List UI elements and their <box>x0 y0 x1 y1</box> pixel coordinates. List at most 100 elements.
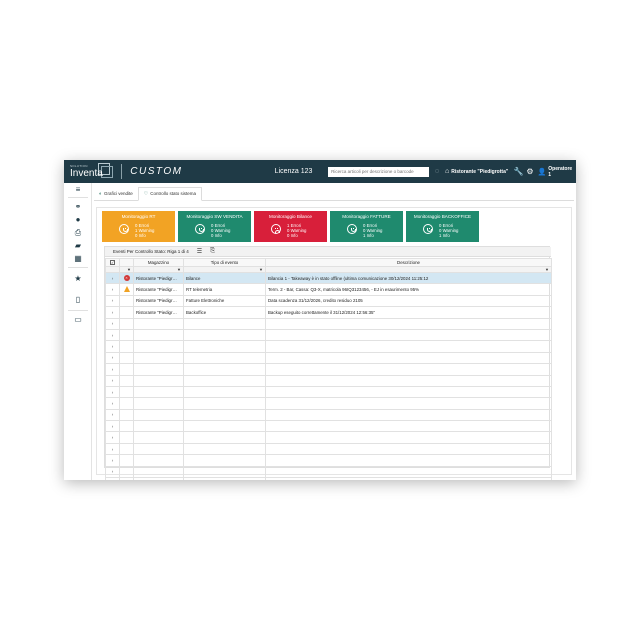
expand-chevron-icon[interactable]: › <box>105 363 120 376</box>
tab-grafici-vendite[interactable]: ◐ Grafici vendite <box>94 187 138 201</box>
store-selector[interactable]: Ristorante "Piedigrotta" <box>451 169 510 175</box>
sad-face-icon <box>271 224 281 234</box>
main-content: ◐ Grafici vendite ♡ Controllo stato sist… <box>92 183 576 480</box>
cell-tipo-evento: Backoffice <box>183 306 266 319</box>
expand-chevron-icon[interactable]: › <box>105 408 120 422</box>
filter-icon[interactable]: ▼ <box>177 268 181 272</box>
filter-icon[interactable]: ▼ <box>127 268 131 272</box>
expand-chevron-icon[interactable]: › <box>105 271 120 285</box>
cell-magazzino: Ristorante "Piedigr… <box>133 271 184 285</box>
status-cell: × <box>119 271 134 285</box>
tab-label: Grafici vendite <box>104 191 133 196</box>
tile-title: Monitoraggio FATTURE <box>342 214 391 219</box>
tab-bar: ◐ Grafici vendite ♡ Controllo stato sist… <box>94 187 574 201</box>
sidebar-divider <box>68 197 88 198</box>
info-count: 0 Info <box>287 233 298 238</box>
filter-icon[interactable]: ▼ <box>259 268 263 272</box>
expand-chevron-icon[interactable]: › <box>105 454 120 467</box>
expand-chevron-icon[interactable]: › <box>105 374 120 387</box>
tile-counts: 0 Errori 0 Warning 1 Info <box>363 223 382 238</box>
table-row[interactable]: › × Ristorante "Piedigr… Bilance Bilancia 1 … <box>105 271 552 285</box>
empty-row: › <box>105 363 552 376</box>
monitor-tile[interactable]: Monitoraggio BACKOFFICE 0 Errori 0 Warning… <box>406 211 479 242</box>
status-col-header <box>119 258 134 267</box>
expand-chevron-icon[interactable]: › <box>105 306 120 319</box>
empty-row: › <box>105 408 552 422</box>
status-cell <box>119 294 134 308</box>
status-cell <box>119 306 134 319</box>
empty-row: › <box>105 465 552 479</box>
expand-chevron-icon[interactable]: › <box>105 442 120 456</box>
brand-name: CUSTOM <box>130 166 183 177</box>
tab-controllo-stato-sistema[interactable]: ♡ Controllo stato sistema <box>137 187 203 201</box>
expand-chevron-icon[interactable]: › <box>105 317 120 330</box>
events-grid: Eventi Per Controllo Stato: Riga 1 di 4 … <box>104 246 552 480</box>
tile-title: Monitoraggio BACKOFFICE <box>413 214 472 219</box>
empty-row: › <box>105 340 552 353</box>
expand-chevron-icon[interactable]: › <box>105 385 120 399</box>
expand-chevron-icon[interactable]: › <box>105 431 120 444</box>
table-row[interactable]: › Ristorante "Piedigr… Backoffice Backup es… <box>105 306 552 319</box>
col-header-descrizione[interactable]: Descrizione <box>265 258 552 267</box>
monitor-icon[interactable]: ▭ <box>73 315 83 324</box>
expand-chevron-icon[interactable]: › <box>105 340 120 353</box>
search-input[interactable] <box>328 166 429 177</box>
empty-row: › <box>105 454 552 467</box>
sales-icon[interactable]: ⚭ <box>73 202 83 211</box>
select-all-checkbox[interactable]: ✓ <box>105 258 120 267</box>
empty-row: › <box>105 351 552 365</box>
wrench-icon[interactable]: 🔧 <box>513 167 523 176</box>
app-window: SOLUTION Inventa CUSTOM Licenza 123 ◌ ⌂ … <box>64 160 576 480</box>
home-icon[interactable]: ⌂ <box>445 168 449 175</box>
cell-descrizione: Data scadenza 31/12/2026, credito residu… <box>265 294 552 308</box>
empty-row: › <box>105 477 552 480</box>
info-count: 0 Info <box>135 233 146 238</box>
face-mouth <box>274 230 280 233</box>
logo-text: Inventa <box>70 168 103 179</box>
user-icon[interactable]: 👤 <box>538 168 547 176</box>
face-mouth <box>198 229 204 232</box>
expand-chevron-icon[interactable]: › <box>105 465 120 479</box>
sidebar-divider <box>68 310 88 311</box>
menu-hamburger-icon[interactable]: ≡ <box>73 185 83 194</box>
expand-chevron-icon[interactable]: › <box>105 477 120 480</box>
cell-magazzino: Ristorante "Piedigr… <box>133 306 184 319</box>
status-panel: Monitoraggio RT 0 Errori 1 Warning 0 Info Mo… <box>96 207 572 480</box>
expand-chevron-icon[interactable]: › <box>105 283 120 296</box>
col-header-magazzino[interactable]: Magazzino <box>133 258 184 267</box>
cell-tipo-evento: Bilance <box>183 271 266 285</box>
expand-chevron-icon[interactable]: › <box>105 351 120 365</box>
expand-chevron-icon[interactable]: › <box>105 420 120 433</box>
table-row[interactable]: › Ristorante "Piedigr… RT telemetria Term. … <box>105 283 552 296</box>
filter-icon[interactable]: ▼ <box>545 268 549 272</box>
gear-icon[interactable]: ⚙ <box>526 167 533 176</box>
expand-chevron-icon[interactable]: › <box>105 294 120 308</box>
empty-row: › <box>105 385 552 399</box>
inventa-logo[interactable]: SOLUTION Inventa <box>68 160 119 183</box>
cell-magazzino: Ristorante "Piedigr… <box>133 294 184 308</box>
table-row[interactable]: › Ristorante "Piedigr… Fatture Elettronich… <box>105 294 552 308</box>
expand-chevron-icon[interactable]: › <box>105 397 120 410</box>
info-count: 0 Info <box>211 233 222 238</box>
monitor-tile[interactable]: Monitoraggio SW VENDITA 0 Errori 0 Warning… <box>178 211 251 242</box>
tile-title: Monitoraggio RT <box>121 214 156 219</box>
logo-divider <box>121 164 123 179</box>
user-menu[interactable]: Operatore 1 <box>548 166 576 178</box>
list-view-icon[interactable]: ☰ <box>197 248 202 255</box>
cell-descrizione: Term. 2 - Bar, Cassa: Q3-X, matricola 96… <box>265 283 552 296</box>
document-icon[interactable]: ▯ <box>73 295 83 304</box>
table-icon[interactable]: ▦ <box>73 254 83 263</box>
cell-tipo-evento: Fatture Elettroniche <box>183 294 266 308</box>
printer-icon[interactable]: ⎙ <box>73 228 83 237</box>
star-icon[interactable]: ★ <box>73 274 83 283</box>
expand-chevron-icon[interactable]: › <box>105 328 120 342</box>
face-mouth <box>122 229 128 232</box>
col-header-tipo-evento[interactable]: Tipo di evento <box>183 258 266 267</box>
monitor-tile[interactable]: Monitoraggio RT 0 Errori 1 Warning 0 Info <box>102 211 175 242</box>
truck-icon[interactable]: ▰ <box>73 241 83 250</box>
monitor-tile[interactable]: Monitoraggio Bilance 1 Errori 0 Warning 0 I… <box>254 211 327 242</box>
export-icon[interactable]: ⎘ <box>210 248 215 255</box>
monitor-tile[interactable]: Monitoraggio FATTURE 0 Errori 0 Warning 1 I… <box>330 211 403 242</box>
tile-counts: 0 Errori 0 Warning 1 Info <box>439 223 458 238</box>
customers-icon[interactable]: ● <box>73 215 83 224</box>
